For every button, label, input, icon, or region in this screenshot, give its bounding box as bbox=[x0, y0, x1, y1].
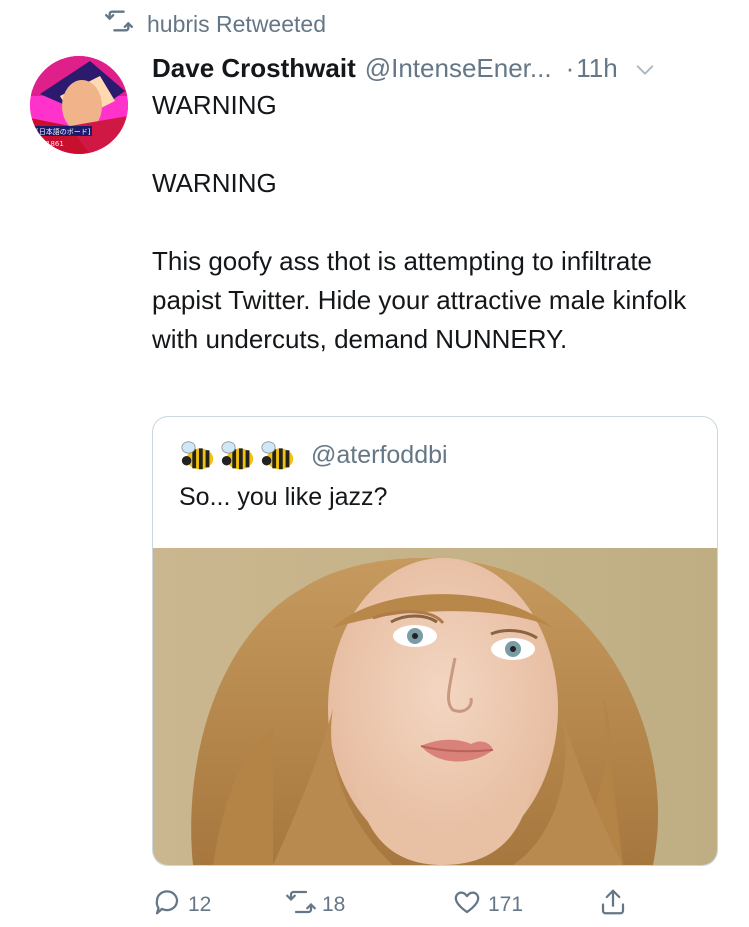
tweet-text: WARNING WARNING This goofy ass thot is a… bbox=[152, 86, 712, 359]
svg-text:1861: 1861 bbox=[46, 140, 64, 148]
tweet-actions: 12 18 171 bbox=[152, 885, 652, 925]
reply-button[interactable]: 12 bbox=[152, 885, 211, 925]
quote-text: So... you like jazz? bbox=[179, 483, 388, 511]
like-count: 171 bbox=[488, 893, 524, 916]
heart-icon bbox=[452, 887, 482, 923]
quoted-tweet[interactable]: @aterfoddbi So... you like jazz? bbox=[152, 416, 718, 866]
quote-header: @aterfoddbi bbox=[179, 437, 448, 473]
like-button[interactable]: 171 bbox=[452, 885, 523, 925]
separator: · bbox=[565, 52, 575, 83]
quote-photo[interactable] bbox=[153, 548, 717, 865]
avatar[interactable]: [日本語のボード] 1861 bbox=[30, 56, 128, 154]
quote-handle[interactable]: @aterfoddbi bbox=[311, 441, 448, 470]
retweet-icon bbox=[105, 7, 133, 41]
svg-text:[日本語のボード]: [日本語のボード] bbox=[36, 127, 91, 136]
tweet-header: Dave Crosthwait @IntenseEner... · 11h bbox=[152, 48, 732, 88]
chevron-down-icon[interactable] bbox=[634, 57, 656, 79]
retweet-label[interactable]: hubris Retweeted bbox=[147, 11, 326, 38]
author-name[interactable]: Dave Crosthwait bbox=[152, 53, 356, 84]
share-icon bbox=[598, 887, 628, 923]
tweet-line-1: WARNING bbox=[152, 90, 277, 120]
retweet-button[interactable]: 18 bbox=[286, 885, 345, 925]
reply-icon bbox=[152, 887, 182, 923]
timestamp[interactable]: 11h bbox=[576, 53, 617, 84]
retweet-count: 18 bbox=[322, 893, 346, 916]
tweet-line-2: WARNING bbox=[152, 168, 277, 198]
tweet-paragraph: This goofy ass thot is attempting to inf… bbox=[152, 246, 687, 354]
bee-emoji-icon bbox=[179, 437, 297, 473]
retweet-icon bbox=[286, 887, 316, 923]
share-button[interactable] bbox=[598, 885, 628, 925]
retweet-banner: hubris Retweeted bbox=[105, 8, 326, 40]
reply-count: 12 bbox=[188, 893, 212, 916]
author-handle[interactable]: @IntenseEner... bbox=[365, 53, 552, 84]
